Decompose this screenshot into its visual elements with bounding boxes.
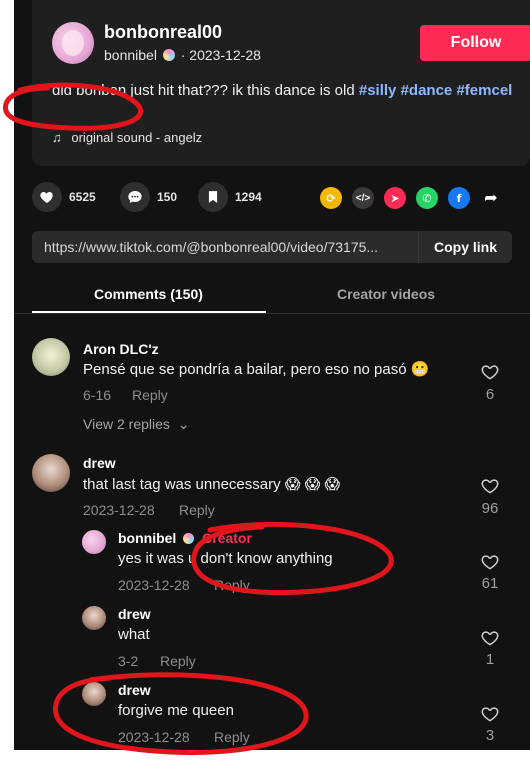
comment-like-count: 6 <box>485 386 495 403</box>
video-link-box: https://www.tiktok.com/@bonbonreal00/vid… <box>32 231 512 263</box>
follow-button[interactable]: Follow <box>420 25 530 61</box>
separator-dot: · <box>180 47 190 63</box>
reply-item: drew what 3-2 Reply 1 <box>80 602 520 672</box>
reply-button[interactable]: Reply <box>160 653 196 669</box>
save-button[interactable] <box>198 182 228 212</box>
comment-date: 3-2 <box>118 653 139 669</box>
active-tab-indicator <box>32 311 266 313</box>
post-date: 2023-12-28 <box>189 47 261 63</box>
like-button[interactable] <box>32 182 62 212</box>
comment-text: yes it was u don't know anything <box>118 550 333 567</box>
reply-item: bonnibel Creator yes it was u don't know… <box>80 526 520 596</box>
comment-text: Pensé que se pondría a bailar, pero eso … <box>83 361 430 378</box>
commenter-name[interactable]: drew <box>83 455 116 471</box>
commenter-name[interactable]: Aron DLC'z <box>83 341 159 357</box>
copy-link-button[interactable]: Copy link <box>418 231 512 263</box>
lollipop-icon <box>183 533 195 544</box>
share-arrow-icon[interactable]: ➦ <box>480 187 502 209</box>
bookmark-icon <box>208 191 218 203</box>
author-nickname: bonnibel <box>104 47 157 63</box>
reply-button[interactable]: Reply <box>214 729 250 745</box>
comment-date: 2023-12-28 <box>118 729 190 745</box>
action-bar: 6525 150 1294 ⟳ </> ➤ ✆ f ➦ <box>32 182 530 214</box>
hashtag-dance[interactable]: #dance <box>401 82 453 99</box>
author-username[interactable]: bonbonreal00 <box>104 22 222 43</box>
reply-button[interactable]: Reply <box>179 502 215 518</box>
commenter-avatar[interactable] <box>32 338 70 376</box>
author-avatar[interactable] <box>52 22 94 64</box>
reply-button[interactable]: Reply <box>214 577 250 593</box>
comment-date: 6-16 <box>83 387 112 403</box>
hashtag-silly[interactable]: #silly <box>359 82 397 99</box>
heart-icon <box>40 192 53 203</box>
hashtag-femcel[interactable]: #femcel <box>456 82 512 99</box>
commenter-avatar[interactable] <box>82 682 106 706</box>
chevron-down-icon: ⌄ <box>177 416 190 432</box>
comment-button[interactable] <box>120 182 150 212</box>
comment-like-count: 96 <box>481 500 499 517</box>
commenter-name[interactable]: bonnibel <box>118 530 176 546</box>
comment-like-count: 61 <box>481 575 499 592</box>
commenter-name-row: bonnibel Creator <box>118 530 252 546</box>
save-count: 1294 <box>235 190 262 204</box>
comment-text: what <box>118 626 150 643</box>
commenter-name[interactable]: drew <box>118 606 151 622</box>
embed-icon[interactable]: </> <box>352 187 374 209</box>
commenter-avatar[interactable] <box>82 530 106 554</box>
description-text: did bonbon just hit that??? ik this danc… <box>52 82 355 99</box>
post-info-card: bonbonreal00 bonnibel · 2023-12-28 Follo… <box>32 0 530 166</box>
facebook-icon[interactable]: f <box>448 187 470 209</box>
tab-creator-videos[interactable]: Creator videos <box>337 286 435 302</box>
heart-outline-icon[interactable] <box>480 362 500 382</box>
lollipop-icon <box>162 49 175 61</box>
like-count: 6525 <box>69 190 96 204</box>
reply-item: drew forgive me queen 2023-12-28 Reply 3 <box>80 678 520 748</box>
music-note-icon: ♫ <box>52 130 62 145</box>
repost-icon[interactable]: ⟳ <box>320 187 342 209</box>
commenter-avatar[interactable] <box>82 606 106 630</box>
creator-badge: Creator <box>202 530 252 546</box>
author-subline: bonnibel · 2023-12-28 <box>104 47 261 63</box>
commenter-avatar[interactable] <box>32 454 70 492</box>
commenter-name[interactable]: drew <box>118 682 151 698</box>
reply-button[interactable]: Reply <box>132 387 168 403</box>
sound-name: original sound - angelz <box>71 130 203 145</box>
whatsapp-icon[interactable]: ✆ <box>416 187 438 209</box>
view-replies-button[interactable]: View 2 replies ⌄ <box>83 416 190 433</box>
video-link-url[interactable]: https://www.tiktok.com/@bonbonreal00/vid… <box>44 239 398 255</box>
comment-text: forgive me queen <box>118 702 234 719</box>
send-icon[interactable]: ➤ <box>384 187 406 209</box>
view-replies-label: View 2 replies <box>83 416 170 432</box>
comment-count: 150 <box>157 190 178 204</box>
tab-bar: Comments (150) Creator videos <box>14 278 530 314</box>
sound-row[interactable]: ♫ original sound - angelz <box>52 130 202 145</box>
comment-item: drew that last tag was unnecessary 😱 😱 😱… <box>14 450 530 750</box>
comment-item: Aron DLC'z Pensé que se pondría a bailar… <box>14 330 530 440</box>
post-description: did bonbon just hit that??? ik this danc… <box>52 80 522 101</box>
video-detail-panel: bonbonreal00 bonnibel · 2023-12-28 Follo… <box>14 0 530 750</box>
comment-like-count: 1 <box>485 651 495 668</box>
heart-outline-icon[interactable] <box>480 476 500 496</box>
comment-like-count: 3 <box>485 727 495 744</box>
heart-outline-icon[interactable] <box>480 704 500 724</box>
comment-bubble-icon <box>128 191 142 203</box>
tab-comments[interactable]: Comments (150) <box>94 286 203 302</box>
comment-date: 2023-12-28 <box>118 577 190 593</box>
heart-outline-icon[interactable] <box>480 552 500 572</box>
comment-text: that last tag was unnecessary 😱 😱 😱 <box>83 476 341 493</box>
heart-outline-icon[interactable] <box>480 628 500 648</box>
comment-date: 2023-12-28 <box>83 502 155 518</box>
